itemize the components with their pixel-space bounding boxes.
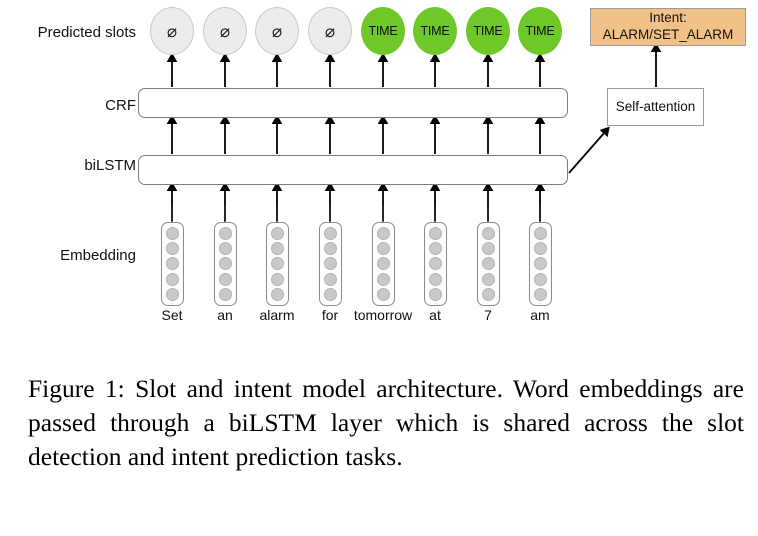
word-token-5: tomorrow bbox=[353, 307, 413, 323]
embedding-dot bbox=[533, 242, 547, 256]
slot-label: ⌀ bbox=[166, 21, 178, 41]
embedding-dot bbox=[270, 242, 284, 256]
embedding-dot bbox=[270, 227, 284, 241]
embedding-vector-6 bbox=[423, 222, 447, 306]
word-token-8: am bbox=[530, 307, 550, 323]
embedding-dot bbox=[218, 242, 232, 256]
embedding-dot bbox=[533, 257, 547, 271]
embedding-dot bbox=[270, 287, 284, 301]
intent-value: ALARM/SET_ALARM bbox=[602, 27, 734, 42]
slot-null-3: ⌀ bbox=[255, 7, 299, 55]
embedding-dot bbox=[323, 257, 337, 271]
embedding-dot bbox=[218, 287, 232, 301]
arrow-bilstm-to-self-attention bbox=[568, 126, 610, 174]
embedding-dot bbox=[481, 242, 495, 256]
word-token-4: for bbox=[321, 307, 339, 323]
row-label-bilstm: biLSTM bbox=[84, 157, 136, 174]
figure-caption: Figure 1: Slot and intent model architec… bbox=[28, 374, 744, 471]
embedding-dot bbox=[376, 227, 390, 241]
embedding-dot bbox=[165, 272, 179, 286]
embedding-dot bbox=[218, 257, 232, 271]
embedding-dot bbox=[323, 287, 337, 301]
embedding-dot bbox=[165, 287, 179, 301]
slot-time-2: TIME bbox=[413, 7, 457, 55]
arrows-crf-to-slots bbox=[166, 52, 546, 87]
slot-label: TIME bbox=[525, 23, 555, 38]
embedding-dot bbox=[165, 257, 179, 271]
row-label-crf: CRF bbox=[105, 97, 136, 114]
slot-label: TIME bbox=[368, 23, 398, 38]
embedding-dot bbox=[481, 287, 495, 301]
embedding-dot bbox=[481, 272, 495, 286]
embedding-dot bbox=[270, 272, 284, 286]
slot-label: ⌀ bbox=[219, 21, 231, 41]
self-attention-label: Self-attention bbox=[615, 99, 696, 115]
embedding-dot bbox=[428, 287, 442, 301]
slot-label: TIME bbox=[420, 23, 450, 38]
row-label-embedding: Embedding bbox=[60, 247, 136, 264]
slot-time-4: TIME bbox=[518, 7, 562, 55]
slot-null-1: ⌀ bbox=[150, 7, 194, 55]
word-token-2: an bbox=[217, 307, 233, 323]
embedding-dot bbox=[376, 242, 390, 256]
embedding-vector-7 bbox=[476, 222, 500, 306]
embedding-dot bbox=[533, 287, 547, 301]
architecture-diagram: Predicted slots CRF biLSTM Embedding ⌀ ⌀ ⌀… bbox=[0, 0, 758, 360]
embedding-vector-3 bbox=[265, 222, 289, 306]
embedding-dot bbox=[533, 227, 547, 241]
slot-time-1: TIME bbox=[361, 7, 405, 55]
word-token-7: 7 bbox=[484, 307, 492, 323]
row-label-predicted-slots: Predicted slots bbox=[37, 24, 136, 41]
embedding-dot bbox=[218, 227, 232, 241]
embedding-dot bbox=[428, 227, 442, 241]
embedding-dot bbox=[323, 227, 337, 241]
intent-title: Intent: bbox=[649, 10, 687, 26]
embedding-dot bbox=[533, 272, 547, 286]
embedding-stem-lines bbox=[171, 206, 541, 222]
embedding-vector-1 bbox=[160, 222, 184, 306]
word-token-3: alarm bbox=[259, 307, 295, 323]
word-token-6: at bbox=[429, 307, 441, 323]
figure-page: Predicted slots CRF biLSTM Embedding ⌀ ⌀ ⌀… bbox=[0, 0, 758, 536]
embedding-dot bbox=[481, 257, 495, 271]
crf-layer-bar bbox=[138, 88, 568, 118]
embedding-dot bbox=[428, 257, 442, 271]
embedding-dot bbox=[428, 242, 442, 256]
embedding-dot bbox=[165, 242, 179, 256]
embedding-dot bbox=[376, 257, 390, 271]
slot-label: TIME bbox=[473, 23, 503, 38]
arrows-embedding-to-bilstm bbox=[166, 181, 546, 221]
embedding-vector-4 bbox=[318, 222, 342, 306]
slot-label: ⌀ bbox=[324, 21, 336, 41]
self-attention-box: Self-attention bbox=[607, 88, 704, 126]
bilstm-layer-bar bbox=[138, 155, 568, 185]
slot-null-4: ⌀ bbox=[308, 7, 352, 55]
embedding-dot bbox=[323, 242, 337, 256]
embedding-vector-8 bbox=[528, 222, 552, 306]
embedding-dot bbox=[376, 287, 390, 301]
embedding-dot bbox=[270, 257, 284, 271]
slot-null-2: ⌀ bbox=[203, 7, 247, 55]
embedding-dot bbox=[481, 227, 495, 241]
embedding-vector-2 bbox=[213, 222, 237, 306]
embedding-dot bbox=[218, 272, 232, 286]
slot-label: ⌀ bbox=[271, 21, 283, 41]
embedding-vector-5 bbox=[371, 222, 395, 306]
arrows-bilstm-to-crf bbox=[166, 114, 546, 154]
slot-time-3: TIME bbox=[466, 7, 510, 55]
embedding-dot bbox=[428, 272, 442, 286]
embedding-dot bbox=[323, 272, 337, 286]
embedding-dot bbox=[376, 272, 390, 286]
intent-box: Intent: ALARM/SET_ALARM bbox=[590, 8, 746, 46]
embedding-dot bbox=[165, 227, 179, 241]
word-token-1: Set bbox=[161, 307, 183, 323]
